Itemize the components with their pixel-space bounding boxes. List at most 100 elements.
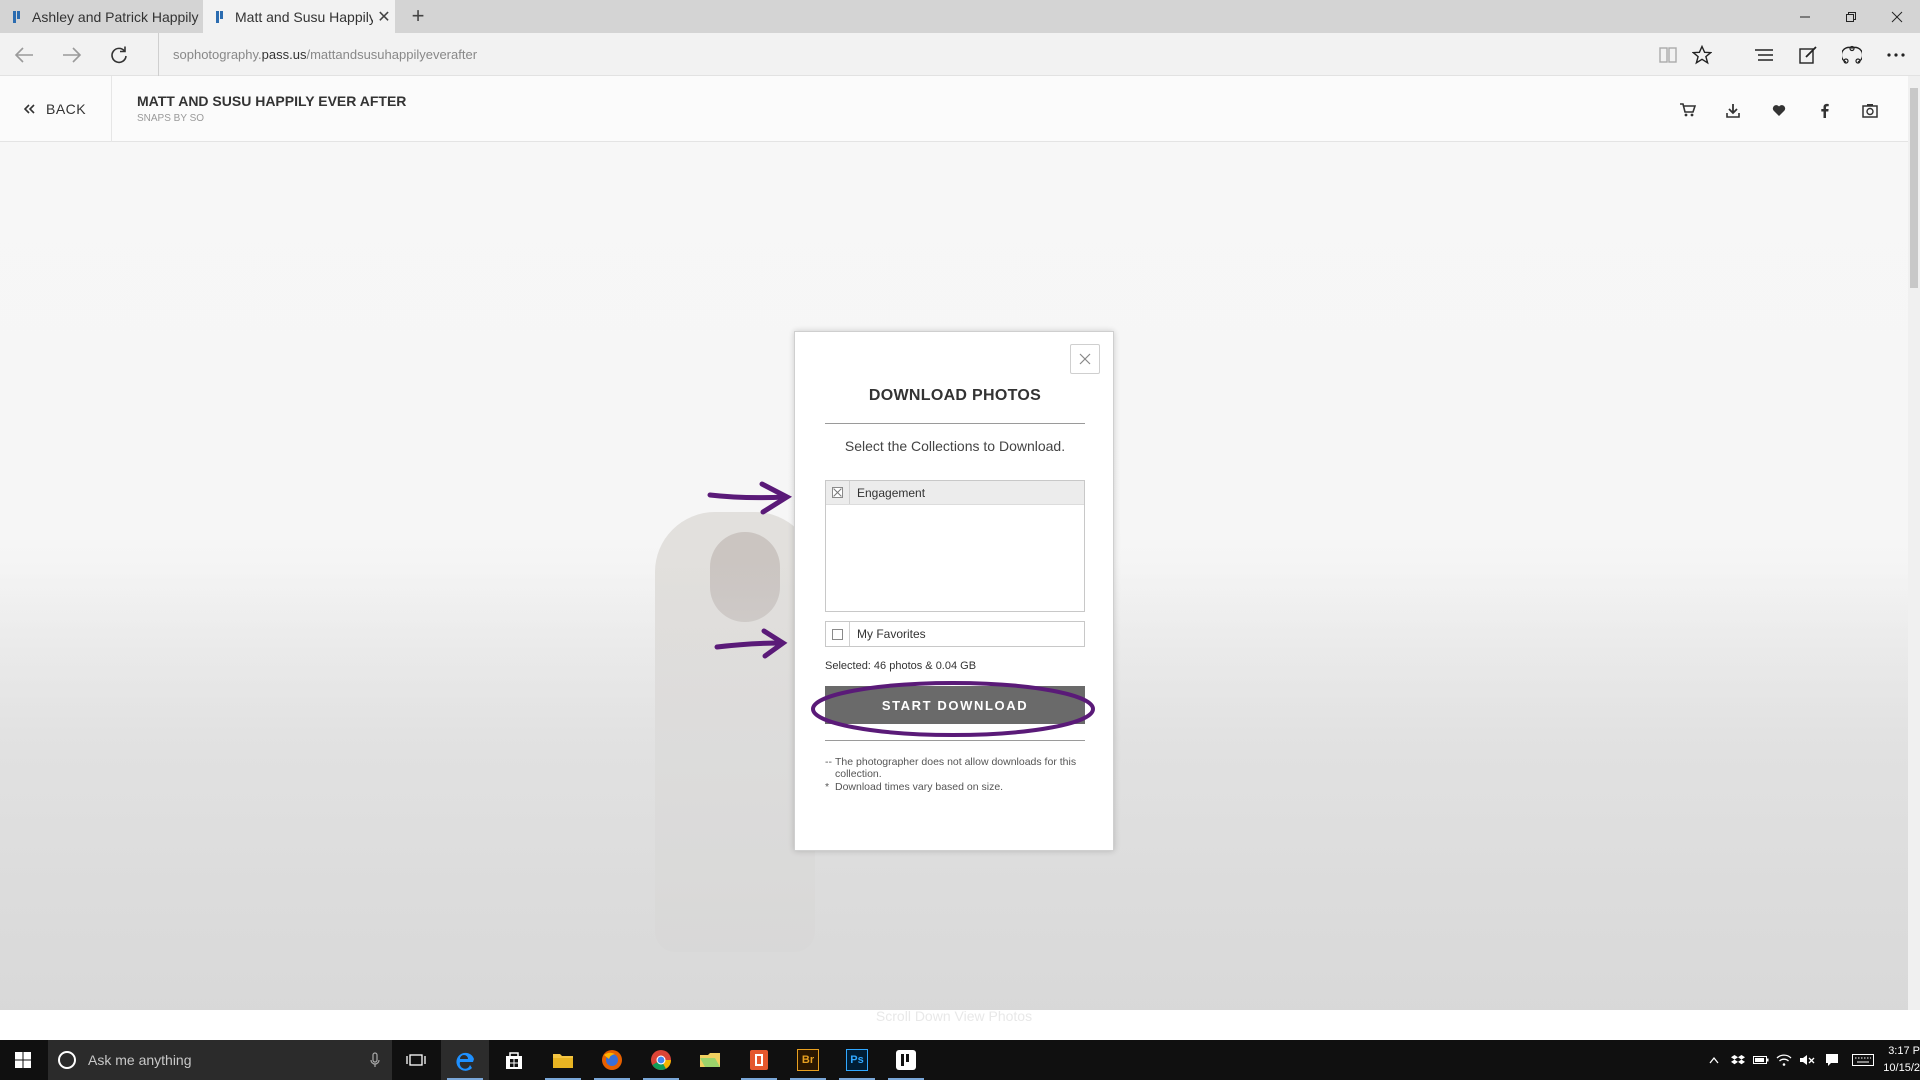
share-button[interactable] bbox=[1832, 33, 1872, 76]
favorites-button[interactable] bbox=[1761, 92, 1797, 128]
hub-button[interactable] bbox=[1744, 33, 1784, 76]
facebook-icon bbox=[1820, 103, 1829, 118]
collection-item-engagement[interactable]: Engagement bbox=[826, 481, 1084, 505]
back-button[interactable]: BACK bbox=[0, 76, 112, 142]
taskbar-file-explorer[interactable] bbox=[539, 1040, 587, 1080]
minimize-button[interactable] bbox=[1782, 0, 1828, 33]
cart-icon bbox=[1680, 103, 1696, 117]
browser-tab-ashley-patrick[interactable]: Ashley and Patrick Happily E bbox=[0, 0, 203, 33]
note-download-times: * Download times vary based on size. bbox=[825, 781, 1085, 793]
clock-time: 3:17 P bbox=[1888, 1045, 1920, 1057]
restore-button[interactable] bbox=[1828, 0, 1874, 33]
browser-tab-matt-susu[interactable]: Matt and Susu Happily E ✕ bbox=[203, 0, 395, 33]
cortana-search-box[interactable]: Ask me anything bbox=[48, 1040, 392, 1080]
file-explorer-icon bbox=[553, 1054, 573, 1068]
tab-close-icon[interactable]: ✕ bbox=[373, 7, 395, 27]
firefox-icon bbox=[602, 1050, 622, 1070]
tray-volume[interactable] bbox=[1796, 1040, 1818, 1080]
taskbar-edge[interactable] bbox=[441, 1040, 489, 1080]
page-scrollbar-thumb[interactable] bbox=[1910, 88, 1918, 288]
favorite-star-button[interactable] bbox=[1682, 33, 1722, 76]
url-path: /mattandsusuhappilyeverafter bbox=[306, 47, 478, 62]
taskbar-adobe-bridge[interactable]: Br bbox=[784, 1040, 832, 1080]
refresh-button[interactable] bbox=[99, 33, 139, 76]
taskbar-office[interactable] bbox=[735, 1040, 783, 1080]
collection-checkbox-disabled[interactable] bbox=[826, 481, 850, 504]
collection-label: Engagement bbox=[857, 485, 926, 500]
store-icon bbox=[506, 1052, 522, 1069]
collections-list[interactable]: Engagement bbox=[825, 480, 1085, 612]
pass-favicon-icon bbox=[216, 10, 223, 23]
gallery-title: MATT AND SUSU HAPPILY EVER AFTER bbox=[137, 93, 407, 109]
dialog-close-button[interactable] bbox=[1070, 344, 1100, 374]
disabled-x-icon bbox=[832, 487, 843, 498]
taskbar-folder[interactable] bbox=[686, 1040, 734, 1080]
pass-favicon-icon bbox=[13, 10, 20, 23]
browser-tab-bar: Ashley and Patrick Happily E Matt and Su… bbox=[0, 0, 1920, 33]
url-field[interactable]: sophotography.pass.us/mattandsusuhappily… bbox=[158, 33, 1638, 76]
windows-taskbar: Ask me anything Br Ps 3:17 P 10/15/2 bbox=[0, 1040, 1920, 1080]
share-icon bbox=[1842, 45, 1862, 64]
cart-button[interactable] bbox=[1670, 92, 1706, 128]
divider bbox=[825, 740, 1085, 741]
my-favorites-row[interactable]: My Favorites bbox=[825, 621, 1085, 647]
note-mark: -- bbox=[825, 756, 832, 768]
tray-dropbox[interactable] bbox=[1727, 1040, 1749, 1080]
download-photos-dialog: DOWNLOAD PHOTOS Select the Collections t… bbox=[794, 331, 1114, 851]
start-download-button[interactable]: START DOWNLOAD bbox=[825, 686, 1085, 724]
microphone-icon[interactable] bbox=[370, 1052, 380, 1068]
taskbar-chrome[interactable] bbox=[637, 1040, 685, 1080]
wifi-icon bbox=[1776, 1054, 1792, 1066]
selection-summary: Selected: 46 photos & 0.04 GB bbox=[825, 660, 977, 672]
search-placeholder: Ask me anything bbox=[88, 1052, 192, 1068]
my-favorites-checkbox[interactable] bbox=[826, 622, 850, 646]
slideshow-icon bbox=[1862, 103, 1878, 118]
tray-battery[interactable] bbox=[1750, 1040, 1772, 1080]
office-icon bbox=[750, 1050, 768, 1070]
taskbar-firefox[interactable] bbox=[588, 1040, 636, 1080]
folder-icon bbox=[700, 1053, 720, 1067]
close-icon bbox=[1891, 11, 1903, 22]
edge-icon bbox=[456, 1052, 474, 1071]
photoshop-icon: Ps bbox=[846, 1049, 868, 1071]
web-note-button[interactable] bbox=[1788, 33, 1828, 76]
keyboard-icon bbox=[1852, 1054, 1874, 1066]
reading-view-icon bbox=[1659, 46, 1677, 63]
action-center-icon bbox=[1826, 1054, 1838, 1066]
restore-icon bbox=[1846, 11, 1856, 22]
tray-keyboard[interactable] bbox=[1848, 1040, 1878, 1080]
bridge-icon: Br bbox=[797, 1049, 819, 1071]
heart-icon bbox=[1772, 104, 1786, 116]
minimize-icon bbox=[1800, 16, 1810, 17]
new-tab-button[interactable]: + bbox=[404, 2, 432, 30]
taskbar-photoshop[interactable]: Ps bbox=[833, 1040, 881, 1080]
battery-icon bbox=[1753, 1056, 1769, 1064]
scroll-down-hint[interactable]: Scroll Down View Photos bbox=[0, 1008, 1908, 1024]
note-no-downloads: -- The photographer does not allow downl… bbox=[825, 756, 1085, 780]
chevron-up-icon bbox=[1709, 1056, 1719, 1064]
taskbar-clock[interactable]: 3:17 P 10/15/2 bbox=[1882, 1043, 1920, 1077]
facebook-share-button[interactable] bbox=[1806, 92, 1842, 128]
bridge-icon-label: Br bbox=[801, 1054, 815, 1066]
windows-logo-icon bbox=[15, 1052, 31, 1068]
more-options-button[interactable] bbox=[1876, 33, 1916, 76]
tray-wifi[interactable] bbox=[1773, 1040, 1795, 1080]
back-nav-button[interactable] bbox=[4, 33, 44, 76]
url-host: pass.us bbox=[261, 47, 307, 62]
close-icon bbox=[1079, 353, 1091, 365]
task-view-icon bbox=[406, 1054, 426, 1066]
divider bbox=[825, 423, 1085, 424]
task-view-button[interactable] bbox=[392, 1040, 440, 1080]
forward-nav-button[interactable] bbox=[52, 33, 92, 76]
taskbar-store[interactable] bbox=[490, 1040, 538, 1080]
pass-icon bbox=[896, 1050, 916, 1070]
taskbar-pass[interactable] bbox=[882, 1040, 930, 1080]
clock-date: 10/15/2 bbox=[1883, 1062, 1920, 1074]
close-window-button[interactable] bbox=[1874, 0, 1920, 33]
tray-action-center[interactable] bbox=[1821, 1040, 1843, 1080]
tray-show-hidden[interactable] bbox=[1703, 1040, 1725, 1080]
download-button[interactable] bbox=[1715, 92, 1751, 128]
gallery-subtitle: SNAPS BY SO bbox=[137, 113, 205, 124]
slideshow-button[interactable] bbox=[1852, 92, 1888, 128]
start-button[interactable] bbox=[0, 1040, 46, 1080]
